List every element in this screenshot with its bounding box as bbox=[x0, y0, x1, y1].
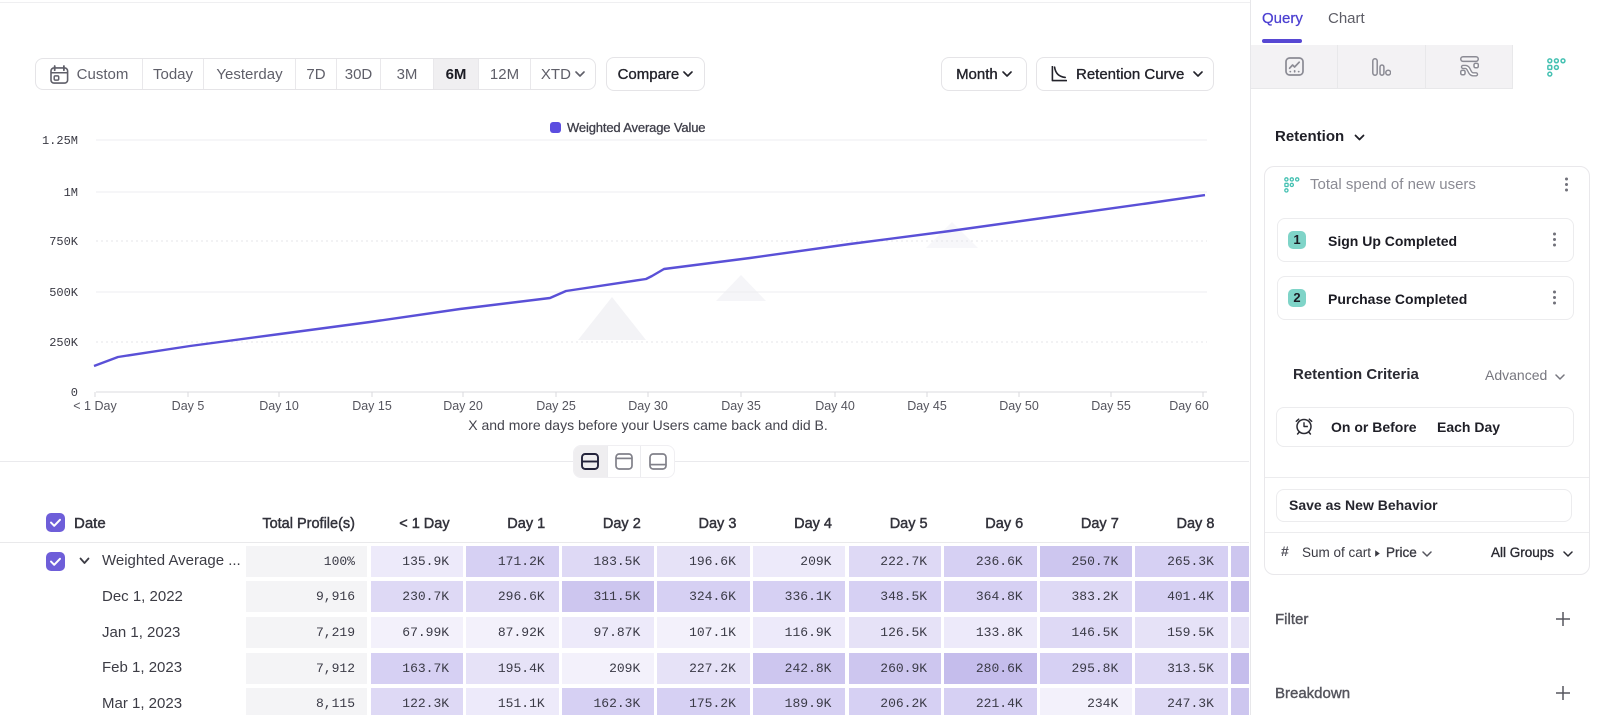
svg-text:Day 30: Day 30 bbox=[628, 399, 668, 413]
svg-text:Day 55: Day 55 bbox=[1091, 399, 1131, 413]
svg-text:Day 5: Day 5 bbox=[172, 399, 205, 413]
svg-text:Day 35: Day 35 bbox=[721, 399, 761, 413]
svg-text:250K: 250K bbox=[49, 336, 79, 350]
svg-text:< 1 Day: < 1 Day bbox=[73, 399, 117, 413]
svg-text:X and more days before your Us: X and more days before your Users came b… bbox=[468, 417, 828, 433]
svg-text:500K: 500K bbox=[49, 286, 79, 300]
svg-text:Day 50: Day 50 bbox=[999, 399, 1039, 413]
svg-text:1.25M: 1.25M bbox=[42, 134, 78, 148]
svg-text:750K: 750K bbox=[49, 235, 79, 249]
svg-text:Day 25: Day 25 bbox=[536, 399, 576, 413]
svg-text:Day 20: Day 20 bbox=[443, 399, 483, 413]
svg-text:Day 60: Day 60 bbox=[1169, 399, 1209, 413]
svg-text:Day 45: Day 45 bbox=[907, 399, 947, 413]
svg-text:Day 40: Day 40 bbox=[815, 399, 855, 413]
svg-text:1M: 1M bbox=[64, 186, 78, 200]
svg-text:Day 15: Day 15 bbox=[352, 399, 392, 413]
svg-text:Day 10: Day 10 bbox=[259, 399, 299, 413]
svg-text:0: 0 bbox=[71, 386, 78, 400]
